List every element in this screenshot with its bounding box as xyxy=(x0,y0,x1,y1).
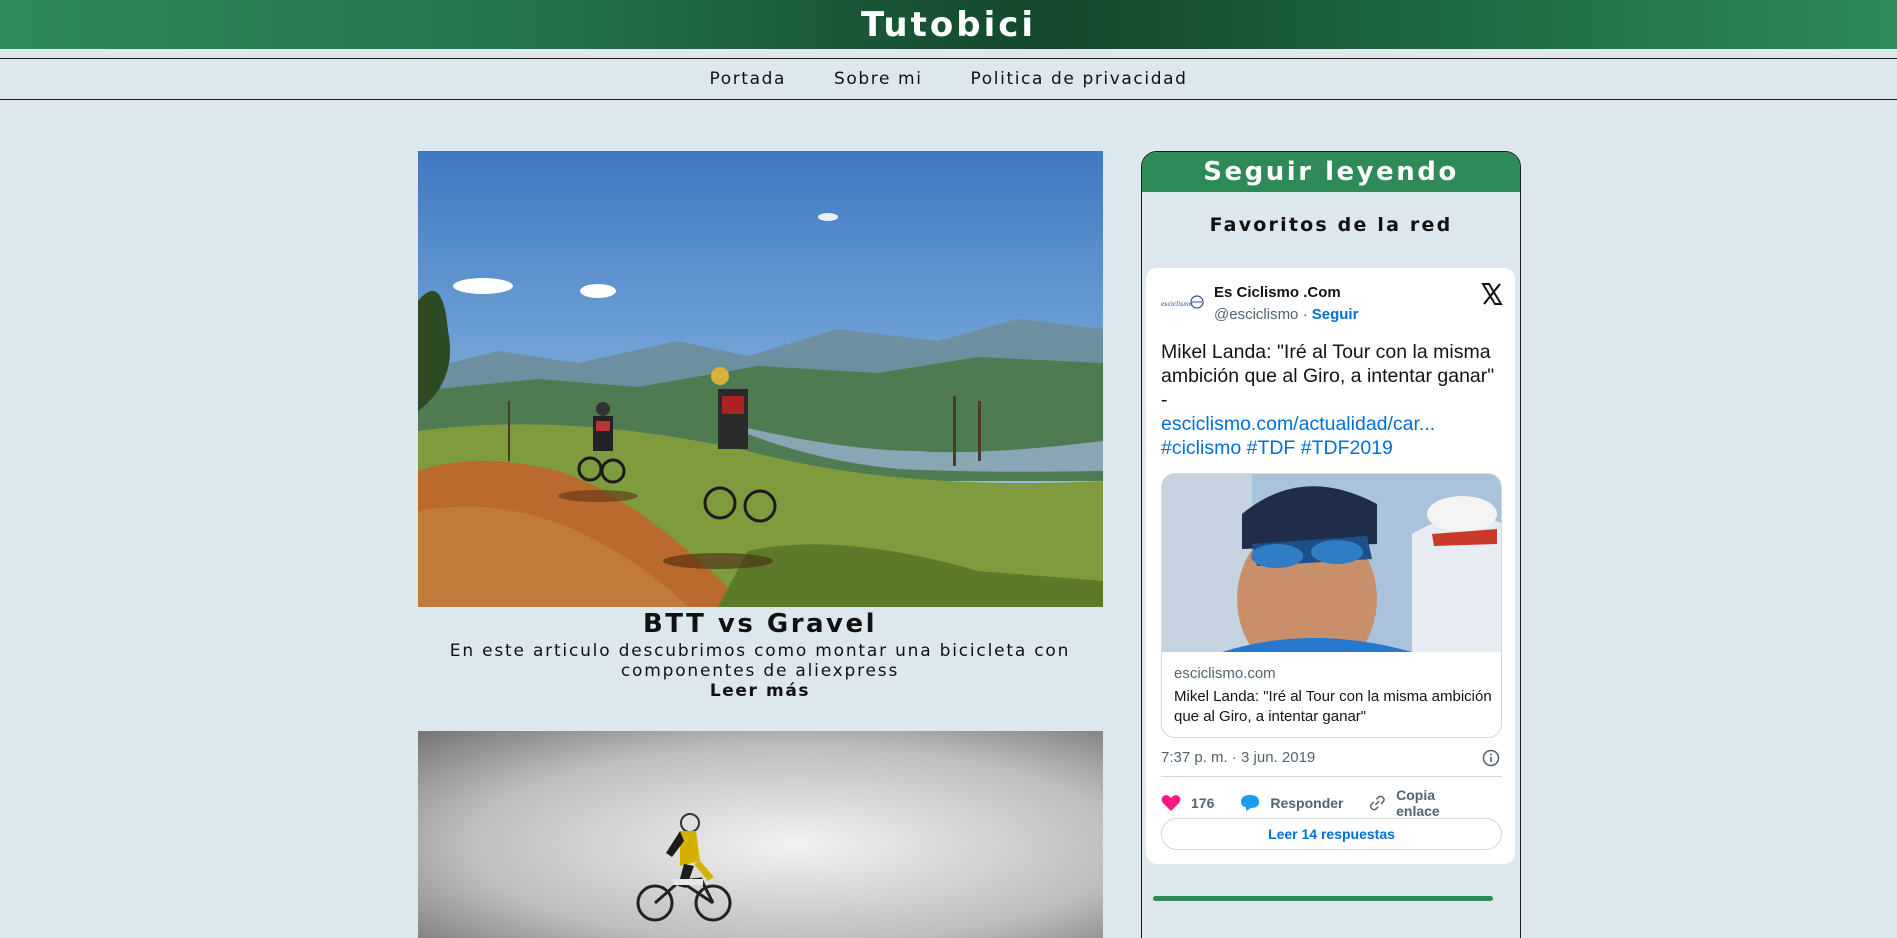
main-nav: Portada Sobre mi Politica de privacidad xyxy=(0,58,1897,100)
tweet-card-domain: esciclismo.com xyxy=(1174,665,1276,682)
reply-bubble-icon xyxy=(1241,795,1260,811)
info-icon[interactable] xyxy=(1482,749,1500,767)
x-logo-icon[interactable] xyxy=(1480,282,1504,306)
post-excerpt: En este articulo descubrimos como montar… xyxy=(449,641,1071,681)
post-image-cyclists[interactable] xyxy=(418,151,1103,607)
site-header: Tutobici xyxy=(0,0,1897,49)
tweet-actions: 176 Responder Copia enlace xyxy=(1161,787,1502,819)
read-replies-button[interactable]: Leer 14 respuestas xyxy=(1161,818,1502,850)
sidebar-divider xyxy=(1153,896,1493,901)
reply-button[interactable]: Responder xyxy=(1240,794,1343,812)
tweet-hashtags[interactable]: #ciclismo #TDF #TDF2019 xyxy=(1161,437,1393,459)
reply-label: Responder xyxy=(1270,795,1344,811)
tweet-separator: · xyxy=(1298,306,1312,323)
nav-item-privacidad[interactable]: Politica de privacidad xyxy=(971,69,1188,89)
tweet-handle[interactable]: @esciclismo xyxy=(1214,306,1298,323)
tweet-body: Mikel Landa: "Iré al Tour con la misma a… xyxy=(1161,341,1495,411)
like-count: 176 xyxy=(1191,795,1215,811)
post-title[interactable]: BTT vs Gravel xyxy=(410,609,1110,639)
heart-icon xyxy=(1161,795,1181,811)
tweet-card-image xyxy=(1162,474,1501,652)
post-image-bmx-jump[interactable] xyxy=(418,731,1103,938)
copy-link-label: Copia enlace xyxy=(1396,787,1440,819)
link-icon xyxy=(1370,795,1386,811)
nav-item-sobre-mi[interactable]: Sobre mi xyxy=(834,69,923,89)
site-title[interactable]: Tutobici xyxy=(861,5,1036,45)
tweet-text: Mikel Landa: "Iré al Tour con la misma a… xyxy=(1161,340,1506,460)
tweet-timestamp[interactable]: 7:37 p. m. · 3 jun. 2019 xyxy=(1161,749,1315,766)
sidebar: Seguir leyendo Favoritos de la red escic… xyxy=(1141,151,1521,938)
copy-link-button[interactable]: Copia enlace xyxy=(1369,787,1476,819)
read-more-link[interactable]: Leer más xyxy=(410,681,1110,701)
like-button[interactable]: 176 xyxy=(1161,794,1214,812)
tweet-author-name[interactable]: Es Ciclismo .Com xyxy=(1214,284,1341,301)
tweet-author-line: @esciclismo · Seguir xyxy=(1214,306,1358,323)
tweet-divider xyxy=(1161,776,1502,777)
sidebar-subheading: Favoritos de la red xyxy=(1209,214,1453,236)
embedded-tweet[interactable]: esciclismo Es Ciclismo .Com @esciclismo … xyxy=(1145,267,1516,865)
sidebar-heading: Seguir leyendo xyxy=(1142,152,1520,192)
tweet-link-card[interactable]: esciclismo.com Mikel Landa: "Iré al Tour… xyxy=(1161,473,1502,738)
svg-text:esciclismo: esciclismo xyxy=(1161,301,1193,308)
nav-item-portada[interactable]: Portada xyxy=(709,69,786,89)
tweet-avatar[interactable]: esciclismo xyxy=(1161,290,1207,316)
tweet-follow-button[interactable]: Seguir xyxy=(1312,306,1359,323)
tweet-card-title: Mikel Landa: "Iré al Tour con la misma a… xyxy=(1174,688,1492,725)
tweet-url[interactable]: esciclismo.com/actualidad/car... xyxy=(1161,413,1435,435)
